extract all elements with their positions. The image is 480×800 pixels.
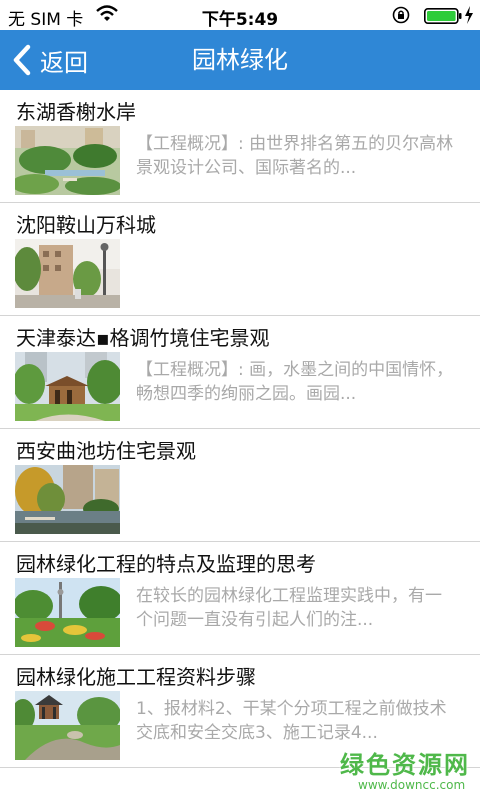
thumbnail-image	[15, 465, 120, 534]
thumbnail-image	[15, 352, 120, 421]
list-item-summary: 【工程概况】: 画，水墨之间的中国情怀，畅想四季的绚丽之园。画园...	[136, 360, 454, 404]
list-item[interactable]: 沈阳鞍山万科城	[0, 203, 480, 316]
list-item-summary	[136, 471, 456, 521]
list-item[interactable]: 天津泰达▪格调竹境住宅景观 【工程概况】: 画，水墨之间的中国情怀，畅想四季的绚…	[0, 316, 480, 429]
page-title: 园林绿化	[192, 46, 288, 74]
battery-icon	[424, 8, 462, 24]
watermark-main: 绿色资源网	[340, 751, 470, 779]
list-item-title: 天津泰达▪格调竹境住宅景观	[16, 326, 270, 350]
list-item-title: 园林绿化施工工程资料步骤	[16, 665, 256, 689]
list-item-title: 沈阳鞍山万科城	[16, 213, 156, 237]
list-item[interactable]: 园林绿化工程的特点及监理的思考 在较长的园林绿化工程监理实践中，有一个问题一直没…	[0, 542, 480, 655]
list-item[interactable]: 西安曲池坊住宅景观	[0, 429, 480, 542]
list-item-title: 西安曲池坊住宅景观	[16, 439, 196, 463]
watermark-logo: 绿色资源网 www.downcc.com	[340, 745, 470, 795]
list-item-title: 园林绿化工程的特点及监理的思考	[16, 552, 316, 576]
list-item-summary: 在较长的园林绿化工程监理实践中，有一个问题一直没有引起人们的注...	[136, 586, 442, 630]
article-list: 东湖香榭水岸 【工程概况】: 由世界排名第五的贝尔高林景观设计公司、国际著名的.…	[0, 90, 480, 768]
orientation-lock-icon	[392, 6, 410, 24]
thumbnail-image	[15, 691, 120, 760]
watermark-url: www.downcc.com	[358, 778, 466, 792]
thumbnail-image	[15, 126, 120, 195]
list-item-summary: 【工程概况】: 由世界排名第五的贝尔高林景观设计公司、国际著名的...	[136, 134, 454, 178]
list-item[interactable]: 东湖香榭水岸 【工程概况】: 由世界排名第五的贝尔高林景观设计公司、国际著名的.…	[0, 90, 480, 203]
list-item-summary	[136, 245, 456, 295]
charging-icon	[465, 6, 473, 24]
thumbnail-image	[15, 239, 120, 308]
thumbnail-image	[15, 578, 120, 647]
list-item-title: 东湖香榭水岸	[16, 100, 136, 124]
navigation-bar: 返回 园林绿化	[0, 30, 480, 90]
status-bar: 无 SIM 卡 下午5:49	[0, 0, 480, 30]
list-item-summary: 1、报材料2、干某个分项工程之前做技术交底和安全交底3、施工记录4...	[136, 699, 447, 743]
